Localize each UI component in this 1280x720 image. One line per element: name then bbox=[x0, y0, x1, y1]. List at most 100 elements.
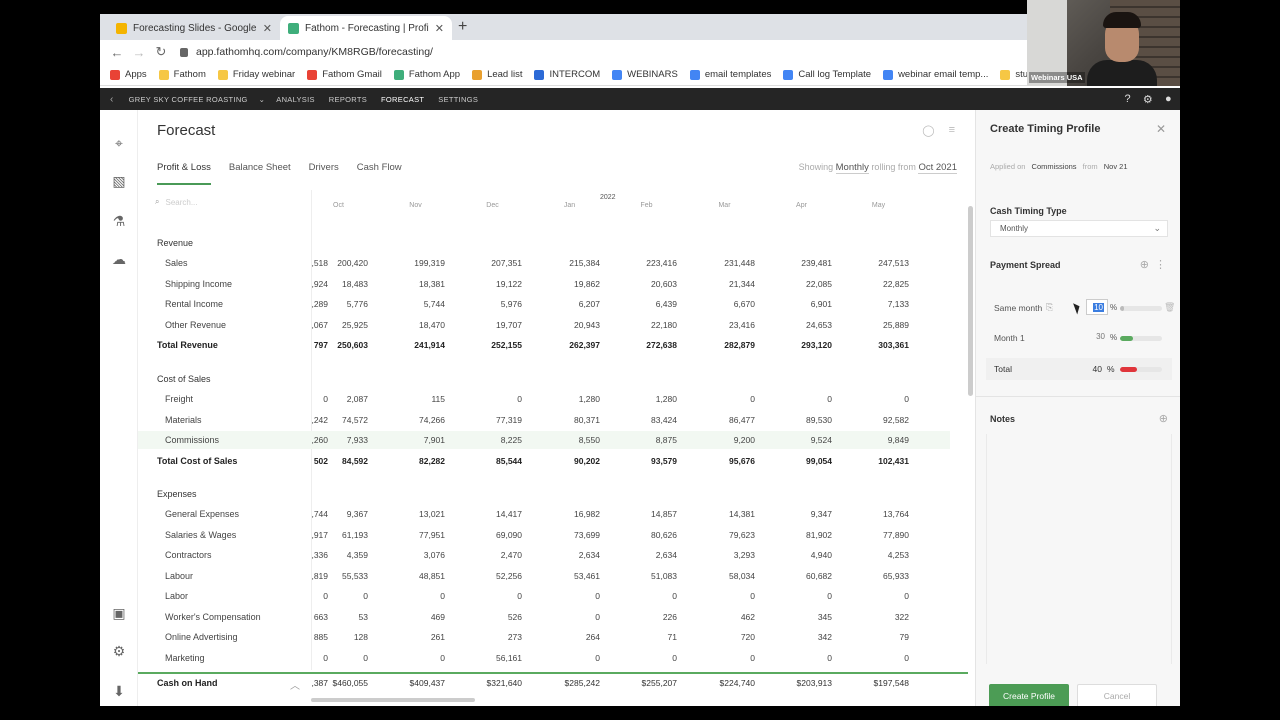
table-cell[interactable]: 77,319 bbox=[462, 411, 522, 429]
month-1-percent-input[interactable]: 30 bbox=[1086, 329, 1108, 345]
table-cell[interactable]: 8,225 bbox=[462, 431, 522, 449]
table-cell[interactable]: 22,180 bbox=[617, 316, 677, 334]
table-cell[interactable]: 0 bbox=[695, 390, 755, 408]
table-cell[interactable]: 9,524 bbox=[772, 431, 832, 449]
table-cell[interactable]: 252,155 bbox=[462, 336, 522, 354]
bookmark-item[interactable]: Lead list bbox=[472, 69, 522, 80]
table-cell[interactable]: 0 bbox=[849, 649, 909, 667]
table-cell[interactable]: 24,653 bbox=[772, 316, 832, 334]
company-selector[interactable]: GREY SKY COFFEE ROASTING bbox=[122, 95, 255, 104]
table-cell[interactable]: 342 bbox=[772, 628, 832, 646]
table-cell[interactable]: 2,087 bbox=[308, 390, 368, 408]
table-row[interactable]: Marketing 0 0 0 56,161 0 0 0 0 0 bbox=[138, 649, 950, 667]
table-cell[interactable]: 0 bbox=[617, 587, 677, 605]
table-cell[interactable]: 2,634 bbox=[540, 546, 600, 564]
table-cell[interactable]: 79,623 bbox=[695, 526, 755, 544]
nav-reports[interactable]: REPORTS bbox=[322, 95, 374, 104]
table-row[interactable]: Commissions ,260 7,933 7,901 8,225 8,550 8,875… bbox=[138, 431, 950, 449]
table-cell[interactable]: 231,448 bbox=[695, 254, 755, 272]
table-row[interactable]: Salaries & Wages ,917 61,193 77,951 69,090 73… bbox=[138, 526, 950, 544]
help-icon[interactable]: ? bbox=[1124, 93, 1130, 105]
table-cell[interactable]: 462 bbox=[695, 608, 755, 626]
table-cell[interactable]: 5,744 bbox=[385, 295, 445, 313]
table-cell[interactable]: 73,699 bbox=[540, 526, 600, 544]
table-cell[interactable]: 7,901 bbox=[385, 431, 445, 449]
table-cell[interactable]: 13,764 bbox=[849, 505, 909, 523]
table-row[interactable]: Online Advertising 885 128 261 273 264 71 720 34… bbox=[138, 628, 950, 646]
tab-balance-sheet[interactable]: Balance Sheet bbox=[229, 162, 291, 185]
table-cell[interactable]: 200,420 bbox=[308, 254, 368, 272]
table-cell[interactable]: 262,397 bbox=[540, 336, 600, 354]
table-cell[interactable]: 5,976 bbox=[462, 295, 522, 313]
table-cell[interactable]: 86,477 bbox=[695, 411, 755, 429]
table-row[interactable]: Freight 0 2,087 115 0 1,280 1,280 0 0 0 bbox=[138, 390, 950, 408]
download-icon[interactable]: ⬇ bbox=[110, 682, 128, 700]
table-cell[interactable]: 82,282 bbox=[385, 452, 445, 470]
bookmark-item[interactable]: Call log Template bbox=[783, 69, 871, 80]
table-cell[interactable]: 526 bbox=[462, 608, 522, 626]
table-cell[interactable]: 0 bbox=[540, 649, 600, 667]
table-cell[interactable]: 22,825 bbox=[849, 275, 909, 293]
rolling-from-dropdown[interactable]: Oct 2021 bbox=[918, 162, 957, 174]
table-cell[interactable]: 2,634 bbox=[617, 546, 677, 564]
map-icon[interactable]: ▧ bbox=[110, 172, 128, 190]
table-cell[interactable]: 93,579 bbox=[617, 452, 677, 470]
table-cell[interactable]: 99,054 bbox=[772, 452, 832, 470]
table-cell[interactable]: 239,481 bbox=[772, 254, 832, 272]
table-cell[interactable]: 0 bbox=[385, 649, 445, 667]
table-cell[interactable]: 273 bbox=[462, 628, 522, 646]
bookmark-item[interactable]: Friday webinar bbox=[217, 69, 295, 80]
table-cell[interactable]: 83,424 bbox=[617, 411, 677, 429]
table-cell[interactable]: 65,933 bbox=[849, 567, 909, 585]
period-dropdown[interactable]: Monthly bbox=[835, 162, 869, 174]
table-cell[interactable]: 18,381 bbox=[385, 275, 445, 293]
table-cell[interactable]: 0 bbox=[462, 587, 522, 605]
table-cell[interactable]: 23,416 bbox=[695, 316, 755, 334]
table-cell[interactable]: 58,034 bbox=[695, 567, 755, 585]
table-cell[interactable]: 18,483 bbox=[308, 275, 368, 293]
table-cell[interactable]: 8,875 bbox=[617, 431, 677, 449]
table-cell[interactable]: 9,849 bbox=[849, 431, 909, 449]
user-icon[interactable]: ● bbox=[1165, 93, 1172, 105]
table-cell[interactable]: 345 bbox=[772, 608, 832, 626]
trash-icon[interactable]: 🗑 bbox=[1164, 302, 1175, 313]
table-cell[interactable]: 0 bbox=[695, 649, 755, 667]
table-row[interactable]: Sales ,518 200,420 199,319 207,351 215,384 223… bbox=[138, 254, 950, 272]
tab-drivers[interactable]: Drivers bbox=[309, 162, 339, 185]
table-cell[interactable]: 85,544 bbox=[462, 452, 522, 470]
table-cell[interactable]: 14,381 bbox=[695, 505, 755, 523]
table-cell[interactable]: 69,090 bbox=[462, 526, 522, 544]
table-cell[interactable]: 0 bbox=[385, 587, 445, 605]
table-cell[interactable]: 13,021 bbox=[385, 505, 445, 523]
table-cell[interactable]: 1,280 bbox=[617, 390, 677, 408]
table-cell[interactable]: 6,439 bbox=[617, 295, 677, 313]
cloud-icon[interactable]: ☁ bbox=[110, 250, 128, 268]
table-cell[interactable]: 7,933 bbox=[308, 431, 368, 449]
table-cell[interactable]: 55,533 bbox=[308, 567, 368, 585]
table-cell[interactable]: 469 bbox=[385, 608, 445, 626]
table-cell[interactable]: 4,940 bbox=[772, 546, 832, 564]
table-cell[interactable]: 19,862 bbox=[540, 275, 600, 293]
table-cell[interactable]: 241,914 bbox=[385, 336, 445, 354]
table-cell[interactable]: 9,200 bbox=[695, 431, 755, 449]
table-cell[interactable]: 102,431 bbox=[849, 452, 909, 470]
table-row[interactable]: General Expenses ,744 9,367 13,021 14,417 16,… bbox=[138, 505, 950, 523]
table-cell[interactable]: 264 bbox=[540, 628, 600, 646]
table-cell[interactable]: 51,083 bbox=[617, 567, 677, 585]
table-cell[interactable]: 14,417 bbox=[462, 505, 522, 523]
table-cell[interactable]: 61,193 bbox=[308, 526, 368, 544]
table-row[interactable]: Materials ,242 74,572 74,266 77,319 80,371 83,… bbox=[138, 411, 950, 429]
back-chevron-icon[interactable]: ‹ bbox=[100, 94, 122, 105]
flask-icon[interactable]: ⚗ bbox=[110, 212, 128, 230]
create-profile-button[interactable]: Create Profile bbox=[989, 684, 1069, 706]
add-circle-icon[interactable]: ⊕ bbox=[1140, 258, 1149, 271]
table-cell[interactable]: 18,470 bbox=[385, 316, 445, 334]
table-cell[interactable]: 95,676 bbox=[695, 452, 755, 470]
horizontal-scrollbar[interactable] bbox=[311, 698, 475, 702]
table-cell[interactable]: 6,670 bbox=[695, 295, 755, 313]
table-row[interactable]: Rental Income ,289 5,776 5,744 5,976 6,207 6,4… bbox=[138, 295, 950, 313]
table-cell[interactable]: 7,133 bbox=[849, 295, 909, 313]
close-icon[interactable]: ✕ bbox=[1156, 122, 1166, 136]
table-cell[interactable]: 48,851 bbox=[385, 567, 445, 585]
table-cell[interactable]: 250,603 bbox=[308, 336, 368, 354]
